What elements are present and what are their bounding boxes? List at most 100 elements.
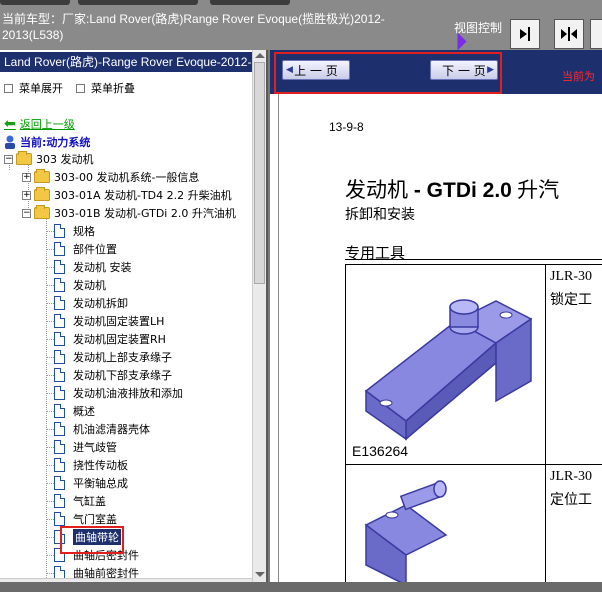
tree-line <box>46 249 54 250</box>
tree-view: − 303 发动机 + 303-00 发动机系统-一般信息 + 303-01A … <box>0 150 252 582</box>
collapse-toggle-icon[interactable]: − <box>4 154 13 164</box>
tree-line <box>46 357 54 358</box>
document-icon <box>54 422 65 436</box>
tool-image-cell <box>346 465 546 582</box>
tree-line <box>46 501 54 502</box>
collapse-toggle-icon[interactable]: − <box>22 208 31 218</box>
tree-doc-item[interactable]: 发动机油液排放和添加 <box>54 384 183 402</box>
tree-doc-item[interactable]: 发动机下部支承缘子 <box>54 366 172 384</box>
tree-doc-label: 气门室盖 <box>73 513 117 526</box>
tree-doc-item[interactable]: 发动机固定装置LH <box>54 312 164 330</box>
current-section: 当前:动力系统 <box>4 134 90 150</box>
tree-line <box>46 321 54 322</box>
tool-desc: 锁定工 <box>550 293 592 308</box>
tree-folder[interactable]: + 303-00 发动机系统-一般信息 <box>22 168 199 186</box>
prev-page-button[interactable]: ◀ 上 一 页 ▶ <box>282 60 350 80</box>
current-label: 当前:动力系统 <box>20 136 91 149</box>
tree-doc-item[interactable]: 气缸盖 <box>54 492 106 510</box>
split-view-button[interactable] <box>554 19 584 49</box>
tree-doc-item[interactable]: 机油滤清器壳体 <box>54 420 150 438</box>
document-icon <box>54 440 65 454</box>
document-icon <box>54 458 65 472</box>
tree-line <box>46 465 54 466</box>
collapse-all-label: 菜单折叠 <box>91 82 135 95</box>
tree-folder[interactable]: − 303-01B 发动机-GTDi 2.0 升汽油机 <box>22 204 236 222</box>
tree-doc-label: 发动机油液排放和添加 <box>73 387 183 400</box>
document-icon <box>54 350 65 364</box>
tree-line <box>46 573 54 574</box>
tree-doc-item[interactable]: 发动机 <box>54 276 106 294</box>
document-icon <box>54 260 65 274</box>
divider <box>345 259 602 260</box>
document-icon <box>54 296 65 310</box>
prev-arrow-icon: ◀ <box>286 65 293 75</box>
left-panel: Land Rover(路虎)-Range Rover Evoque-2012-2… <box>0 50 268 592</box>
expand-toggle-icon[interactable]: + <box>22 190 31 200</box>
tree-doc-item[interactable]: 规格 <box>54 222 95 240</box>
tree-folder[interactable]: + 303-01A 发动机-TD4 2.2 升柴油机 <box>22 186 232 204</box>
split-icon <box>561 27 577 41</box>
tree-doc-label: 机油滤清器壳体 <box>73 423 150 436</box>
tree-doc-label: 规格 <box>73 225 95 238</box>
tree-doc-label: 气缸盖 <box>73 495 106 508</box>
back-arrow-icon: ⬅ <box>4 116 16 132</box>
tree-doc-label: 发动机 安装 <box>73 261 132 274</box>
tree-doc-item[interactable]: 发动机固定装置RH <box>54 330 166 348</box>
app-window: 当前车型：厂家:Land Rover(路虎)Range Rover Evoque… <box>0 0 602 592</box>
document-icon <box>54 242 65 256</box>
prev-page-label: 上 一 页 <box>294 63 338 78</box>
back-link[interactable]: ⬅ 返回上一级 <box>4 116 75 132</box>
doc-title: 发动机 - GTDi 2.0 升汽 <box>345 174 559 204</box>
tree-line <box>46 218 47 578</box>
next-page-button[interactable]: ◀ 下 一 页 ▶ <box>430 60 498 80</box>
tree-line <box>46 519 54 520</box>
tree-doc-item[interactable]: 发动机 安装 <box>54 258 132 276</box>
tree-line <box>46 267 54 268</box>
tree-root[interactable]: − 303 发动机 <box>4 150 94 168</box>
scroll-down-icon[interactable] <box>255 572 265 577</box>
folder-open-icon <box>16 151 32 165</box>
tool-image-cell: E136264 <box>346 265 546 465</box>
tree-doc-label: 进气歧管 <box>73 441 117 454</box>
next-page-label: 下 一 页 <box>442 63 486 78</box>
top-tab[interactable] <box>78 0 198 5</box>
pointer-arrow-icon <box>457 32 467 51</box>
document-icon <box>54 404 65 418</box>
document-icon <box>54 476 65 490</box>
scroll-thumb[interactable] <box>254 62 265 284</box>
tree-doc-item[interactable]: 发动机上部支承缘子 <box>54 348 172 366</box>
tree-doc-label: 发动机拆卸 <box>73 297 128 310</box>
tree-line <box>46 447 54 448</box>
tree-doc-item[interactable]: 挠性传动板 <box>54 456 128 474</box>
folder-icon <box>34 187 50 201</box>
tree-doc-label: 部件位置 <box>73 243 117 256</box>
top-tab[interactable] <box>0 0 70 5</box>
collapse-all-button[interactable]: 菜单折叠 <box>76 80 135 96</box>
scroll-up-icon[interactable] <box>255 53 265 58</box>
collapse-left-button[interactable] <box>510 19 540 49</box>
doc-title-tail: 升汽 <box>511 178 560 202</box>
expand-view-button[interactable] <box>590 19 602 49</box>
top-tab[interactable] <box>210 0 290 5</box>
tree-folder-label: 303-01A 发动机-TD4 2.2 升柴油机 <box>54 189 232 202</box>
tree-doc-item[interactable]: 平衡轴总成 <box>54 474 128 492</box>
expand-toggle-icon[interactable]: + <box>22 172 31 182</box>
tree-root-label: 303 发动机 <box>36 153 94 166</box>
user-icon <box>5 135 15 149</box>
tree-line <box>46 285 54 286</box>
expand-icon <box>4 83 13 93</box>
expand-all-button[interactable]: 菜单展开 <box>4 80 63 96</box>
tree-doc-item[interactable]: 概述 <box>54 402 95 420</box>
tree-doc-item[interactable]: 进气歧管 <box>54 438 117 456</box>
doc-title-cn: 发动机 <box>345 178 408 202</box>
tree-line <box>46 303 54 304</box>
tree-doc-item[interactable]: 发动机拆卸 <box>54 294 128 312</box>
document-icon <box>54 332 65 346</box>
top-tabs <box>0 0 602 6</box>
locking-tool-image <box>364 299 533 441</box>
tree-doc-item[interactable]: 部件位置 <box>54 240 117 258</box>
tree-doc-label: 发动机固定装置LH <box>73 315 165 328</box>
document-icon <box>54 368 65 382</box>
highlight-box <box>60 526 124 554</box>
tree-vertical-scrollbar[interactable] <box>252 50 266 590</box>
